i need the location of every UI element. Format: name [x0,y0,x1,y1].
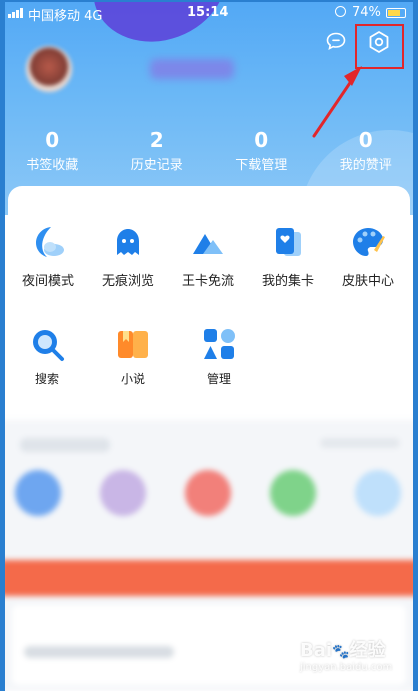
tool-free-data[interactable]: 王卡免流 [168,224,248,289]
stat-likes[interactable]: 0 我的赞评 [314,128,418,173]
card-icon [276,228,301,256]
clock: 15:14 [187,5,229,20]
search-icon [33,330,64,361]
placeholder-banner [0,560,418,596]
stats-bar: 0 书签收藏 2 历史记录 0 下载管理 0 我的赞评 [0,128,418,173]
status-bar: 中国移动 4G 15:14 74% [0,0,418,26]
placeholder-circle [270,470,316,516]
ghost-icon [117,229,139,255]
tools-row: 搜索 小说 管理 [4,326,406,387]
placeholder-circle [185,470,231,516]
tool-label: 无痕浏览 [101,274,154,289]
stat-label: 历史记录 [130,158,183,173]
username-blurred[interactable] [150,59,234,79]
stat-history[interactable]: 2 历史记录 [105,128,210,173]
settings-highlight-box [355,24,404,69]
tool-manage[interactable]: 管理 [176,326,262,387]
tool-label: 皮肤中心 [341,274,394,289]
stat-count: 2 [149,128,164,152]
grid-icon [204,329,235,359]
tool-label: 夜间模式 [21,274,74,289]
tool-incognito[interactable]: 无痕浏览 [88,224,168,289]
battery-icon [386,8,406,18]
tool-label: 小说 [120,372,145,386]
stat-downloads[interactable]: 0 下载管理 [209,128,314,173]
moon-icon [36,227,64,257]
placeholder-bar [20,438,110,452]
tools-row: 夜间模式 无痕浏览 王卡免流 我的集卡 皮肤中心 [8,224,410,289]
battery-percent: 74% [352,5,381,20]
placeholder-circle [100,470,146,516]
placeholder-bar [24,646,174,658]
tool-label: 管理 [206,372,231,386]
placeholder-circle [355,470,401,516]
message-icon[interactable] [326,32,346,50]
placeholder-circle [15,470,61,516]
tool-label: 我的集卡 [261,274,314,289]
stat-bookmarks[interactable]: 0 书签收藏 [0,128,105,173]
tool-card-collection[interactable]: 我的集卡 [248,224,328,289]
stat-label: 书签收藏 [26,158,79,173]
palette-icon [353,228,385,256]
avatar[interactable] [26,46,72,92]
tool-night-mode[interactable]: 夜间模式 [8,224,88,289]
tool-label: 搜索 [34,372,59,386]
signal-icon [8,8,23,18]
stat-count: 0 [254,128,269,152]
tool-search[interactable]: 搜索 [4,326,90,387]
alarm-icon [335,6,346,17]
tools-card: 夜间模式 无痕浏览 王卡免流 我的集卡 皮肤中心 搜索 小说 管理 [8,186,410,418]
carrier-label: 中国移动 4G [28,9,103,24]
stat-label: 我的赞评 [339,158,392,173]
tool-skin-center[interactable]: 皮肤中心 [328,224,408,289]
mountain-icon [193,234,223,254]
book-icon [118,331,148,358]
baidu-watermark: Bai🐾经验 jingyan.baidu.com [300,640,393,673]
tool-label: 王卡免流 [181,274,234,289]
stat-count: 0 [45,128,60,152]
stat-count: 0 [358,128,373,152]
tool-novel[interactable]: 小说 [90,326,176,387]
stat-label: 下载管理 [235,158,288,173]
placeholder-bar [320,438,400,448]
